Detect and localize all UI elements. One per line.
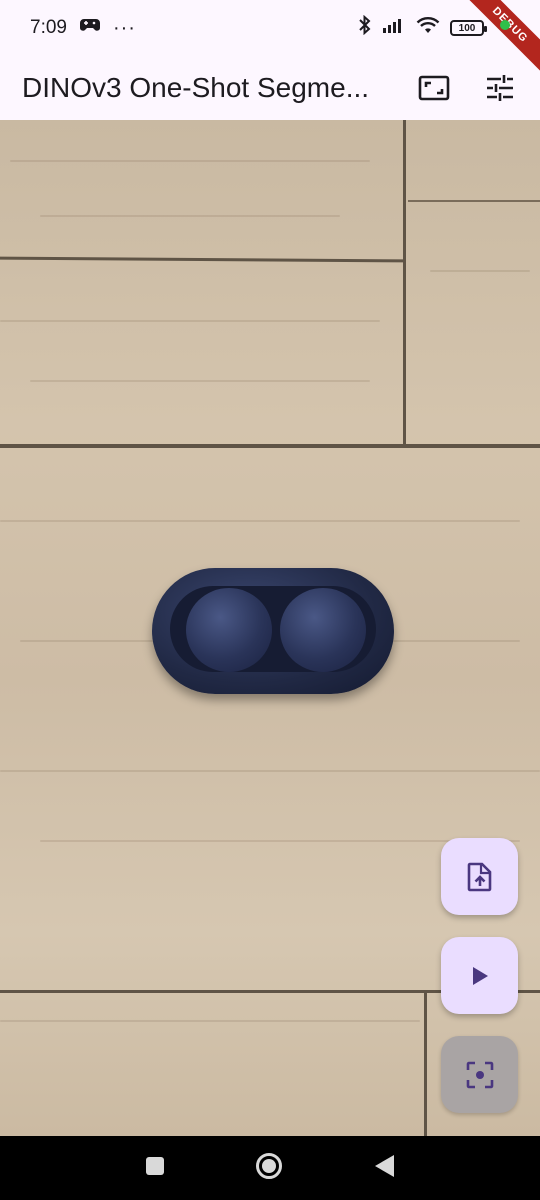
gamepad-icon (79, 17, 101, 39)
upload-file-button[interactable] (441, 838, 518, 915)
debug-indicator-dot (500, 20, 510, 30)
square-icon (146, 1156, 164, 1175)
tune-settings-button[interactable] (476, 64, 524, 112)
circle-icon (256, 1152, 282, 1179)
more-notifications-indicator: ··· (112, 16, 136, 39)
center-focus-icon (466, 1061, 493, 1088)
play-icon (472, 966, 488, 985)
bluetooth-icon (358, 14, 372, 41)
upload-file-icon (467, 862, 491, 891)
page-title: DINOv3 One-Shot Segme... (22, 72, 370, 103)
signal-icon (382, 16, 406, 40)
wifi-icon (416, 16, 440, 40)
run-segmentation-button[interactable] (441, 937, 518, 1014)
back-triangle-icon (375, 1154, 394, 1177)
battery-icon: 100 (450, 20, 487, 36)
recents-button[interactable] (145, 1156, 165, 1181)
center-focus-button[interactable] (441, 1036, 518, 1113)
back-button[interactable] (373, 1154, 395, 1183)
home-button[interactable] (255, 1152, 283, 1185)
app-bar: DINOv3 One-Shot Segme... (0, 56, 540, 120)
status-bar: 7:09 ··· 100 (0, 0, 540, 56)
tune-icon (487, 75, 513, 101)
aspect-ratio-icon (418, 75, 450, 101)
earbud-case-object (152, 568, 394, 694)
system-navigation-bar (0, 1136, 540, 1200)
status-time: 7:09 (30, 17, 67, 38)
aspect-ratio-button[interactable] (410, 64, 458, 112)
